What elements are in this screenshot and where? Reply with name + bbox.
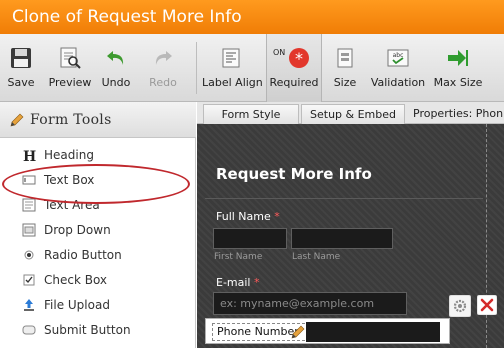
tool-heading[interactable]: H Heading bbox=[22, 144, 94, 166]
tool-submit-button[interactable]: Submit Button bbox=[22, 319, 131, 341]
form-tools-panel: Form Tools H Heading Text Box Text Area … bbox=[0, 102, 196, 348]
tab-setup-embed[interactable]: Setup & Embed bbox=[301, 104, 405, 124]
save-icon bbox=[11, 48, 31, 68]
svg-text:H: H bbox=[23, 149, 36, 162]
save-label: Save bbox=[7, 76, 35, 89]
tool-radio-button[interactable]: Radio Button bbox=[22, 244, 122, 266]
form-title-divider bbox=[205, 198, 483, 199]
full-name-label: Full Name * bbox=[216, 210, 280, 223]
redo-icon bbox=[155, 51, 172, 65]
form-tools-header: Form Tools bbox=[0, 102, 196, 138]
tool-label: Heading bbox=[44, 148, 94, 162]
full-name-text: Full Name bbox=[216, 210, 271, 223]
submit-button-icon bbox=[22, 325, 36, 335]
validation-button[interactable]: abc Validation bbox=[370, 34, 426, 102]
required-mark: * bbox=[274, 210, 280, 223]
tool-label: Radio Button bbox=[44, 248, 122, 262]
gear-icon[interactable] bbox=[449, 295, 471, 317]
close-icon[interactable] bbox=[477, 295, 497, 315]
form-builder-window: Clone of Request More Info Save Preview bbox=[0, 0, 504, 348]
last-name-input[interactable] bbox=[291, 228, 393, 249]
max-size-label: Max Size bbox=[433, 76, 483, 89]
toolbar: Save Preview Undo Redo Label Align ON * … bbox=[0, 34, 504, 102]
window-title: Clone of Request More Info bbox=[0, 0, 504, 34]
redo-label: Redo bbox=[149, 76, 177, 89]
file-upload-icon bbox=[24, 299, 34, 311]
tabs-bar: Form Style Setup & Embed Properties: Pho… bbox=[197, 102, 504, 124]
required-label: Required bbox=[269, 76, 319, 89]
highlight-circle bbox=[2, 164, 190, 204]
phone-number-label: Phone Number bbox=[217, 325, 299, 338]
max-size-button[interactable]: Max Size bbox=[432, 34, 484, 102]
tool-label: Drop Down bbox=[44, 223, 111, 237]
required-mark: * bbox=[254, 276, 260, 289]
tool-file-upload[interactable]: File Upload bbox=[22, 294, 110, 316]
first-name-sublabel: First Name bbox=[214, 252, 263, 262]
label-align-icon bbox=[222, 48, 240, 68]
form-title: Request More Info bbox=[216, 165, 372, 183]
validation-label: Validation bbox=[370, 76, 426, 89]
tab-form-style[interactable]: Form Style bbox=[203, 104, 299, 124]
max-size-icon bbox=[448, 50, 468, 66]
undo-label: Undo bbox=[101, 76, 131, 89]
validation-icon: abc bbox=[387, 49, 409, 67]
toolbar-divider bbox=[196, 42, 197, 94]
preview-icon bbox=[60, 47, 81, 69]
phone-number-input[interactable] bbox=[306, 322, 440, 342]
preview-label: Preview bbox=[48, 76, 92, 89]
tab-properties[interactable]: Properties: Phon bbox=[407, 104, 504, 124]
size-label: Size bbox=[333, 76, 357, 89]
check-box-icon bbox=[23, 274, 35, 286]
email-label: E-mail * bbox=[216, 276, 260, 289]
text-area-icon bbox=[22, 198, 36, 212]
email-text: E-mail bbox=[216, 276, 251, 289]
heading-icon: H bbox=[23, 149, 36, 162]
drop-down-icon bbox=[22, 223, 36, 237]
undo-icon bbox=[107, 51, 124, 65]
save-button[interactable]: Save bbox=[4, 34, 38, 102]
tool-check-box[interactable]: Check Box bbox=[22, 269, 107, 291]
required-toggle[interactable]: ON * Required bbox=[266, 34, 322, 102]
email-input[interactable]: ex: myname@example.com bbox=[213, 292, 407, 315]
required-icon: * bbox=[289, 48, 310, 68]
required-on-indicator: ON bbox=[273, 48, 286, 57]
phone-number-field[interactable]: Phone Number bbox=[205, 318, 450, 344]
pencil-icon bbox=[10, 113, 24, 127]
first-name-input[interactable] bbox=[213, 228, 287, 249]
last-name-sublabel: Last Name bbox=[292, 252, 341, 262]
radio-button-icon bbox=[24, 250, 34, 260]
size-button[interactable]: Size bbox=[328, 34, 362, 102]
label-align-button[interactable]: Label Align bbox=[202, 34, 263, 102]
tool-label: File Upload bbox=[44, 298, 110, 312]
tool-label: Submit Button bbox=[44, 323, 131, 337]
preview-button[interactable]: Preview bbox=[46, 34, 94, 102]
size-icon bbox=[337, 48, 353, 68]
tool-label: Check Box bbox=[44, 273, 108, 287]
undo-button[interactable]: Undo bbox=[99, 34, 133, 102]
label-align-label: Label Align bbox=[202, 76, 263, 89]
edit-pencil-icon[interactable] bbox=[290, 324, 306, 340]
tool-drop-down[interactable]: Drop Down bbox=[22, 219, 111, 241]
svg-text:*: * bbox=[295, 49, 303, 68]
form-tools-title: Form Tools bbox=[30, 112, 112, 128]
redo-button[interactable]: Redo bbox=[146, 34, 180, 102]
